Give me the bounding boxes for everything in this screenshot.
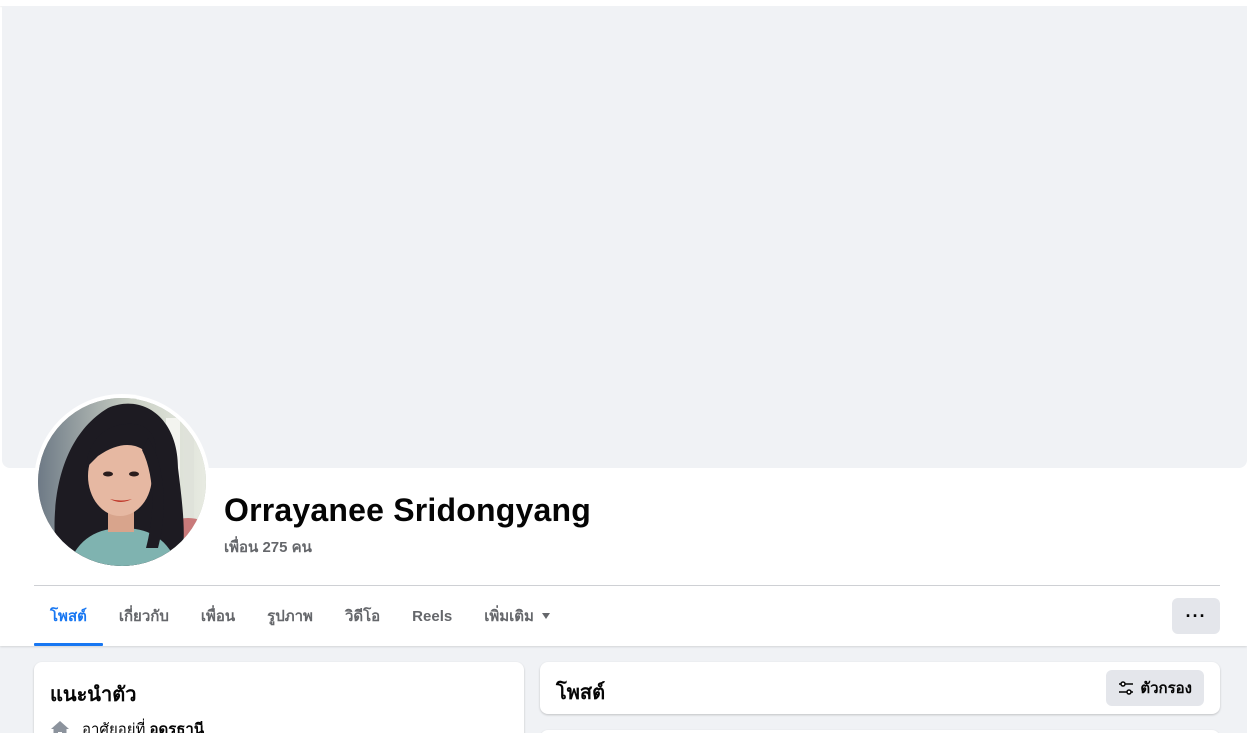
tab-reels[interactable]: Reels: [396, 586, 468, 646]
ellipsis-icon: ···: [1185, 605, 1207, 626]
friends-count[interactable]: เพื่อน 275 คน: [224, 535, 312, 559]
tab-photos[interactable]: รูปภาพ: [251, 586, 329, 646]
filter-sliders-icon: [1119, 681, 1134, 695]
tab-friends-label: เพื่อน: [200, 608, 236, 625]
cover-photo[interactable]: [2, 6, 1247, 468]
tab-more-label: เพิ่มเติม: [484, 608, 534, 625]
tab-photos-label: รูปภาพ: [267, 608, 313, 625]
profile-avatar[interactable]: [34, 394, 210, 570]
profile-page: Orrayanee Sridongyang เพื่อน 275 คน โพสต…: [0, 0, 1247, 733]
tab-videos[interactable]: วิดีโอ: [329, 586, 396, 646]
posts-header-card: โพสต์ ตัวกรอง: [540, 662, 1220, 714]
tab-friends[interactable]: เพื่อน: [185, 586, 251, 646]
tab-reels-label: Reels: [412, 607, 453, 625]
posts-title: โพสต์: [556, 682, 606, 704]
caret-down-icon: [541, 613, 550, 619]
filter-button[interactable]: ตัวกรอง: [1106, 670, 1204, 706]
intro-card: แนะนำตัว อาศัยอยู่ที่ อุดรธานี: [34, 662, 524, 733]
profile-name: Orrayanee Sridongyang: [224, 492, 591, 528]
intro-title: แนะนำตัว: [50, 684, 137, 706]
tab-about-label: เกี่ยวกับ: [118, 608, 169, 625]
filter-label: ตัวกรอง: [1140, 680, 1192, 697]
lives-in-place-link[interactable]: อุดรธานี: [149, 717, 204, 733]
lives-in-row: อาศัยอยู่ที่ อุดรธานี: [50, 717, 204, 733]
tab-posts-label: โพสต์: [50, 608, 87, 625]
avatar-photo: [38, 398, 206, 566]
more-options-button[interactable]: ···: [1172, 598, 1220, 634]
lives-in-prefix: อาศัยอยู่ที่: [82, 721, 146, 733]
tab-videos-label: วิดีโอ: [344, 608, 381, 625]
home-icon: [51, 721, 69, 733]
profile-tabs: โพสต์ เกี่ยวกับ เพื่อน รูปภาพ วิดีโอ Ree…: [34, 586, 566, 646]
tab-posts[interactable]: โพสต์: [34, 586, 103, 646]
avatar-portrait-image: [38, 398, 206, 566]
tab-more[interactable]: เพิ่มเติม: [468, 586, 566, 646]
tab-about[interactable]: เกี่ยวกับ: [103, 586, 185, 646]
profile-header: Orrayanee Sridongyang เพื่อน 275 คน โพสต…: [0, 0, 1247, 646]
